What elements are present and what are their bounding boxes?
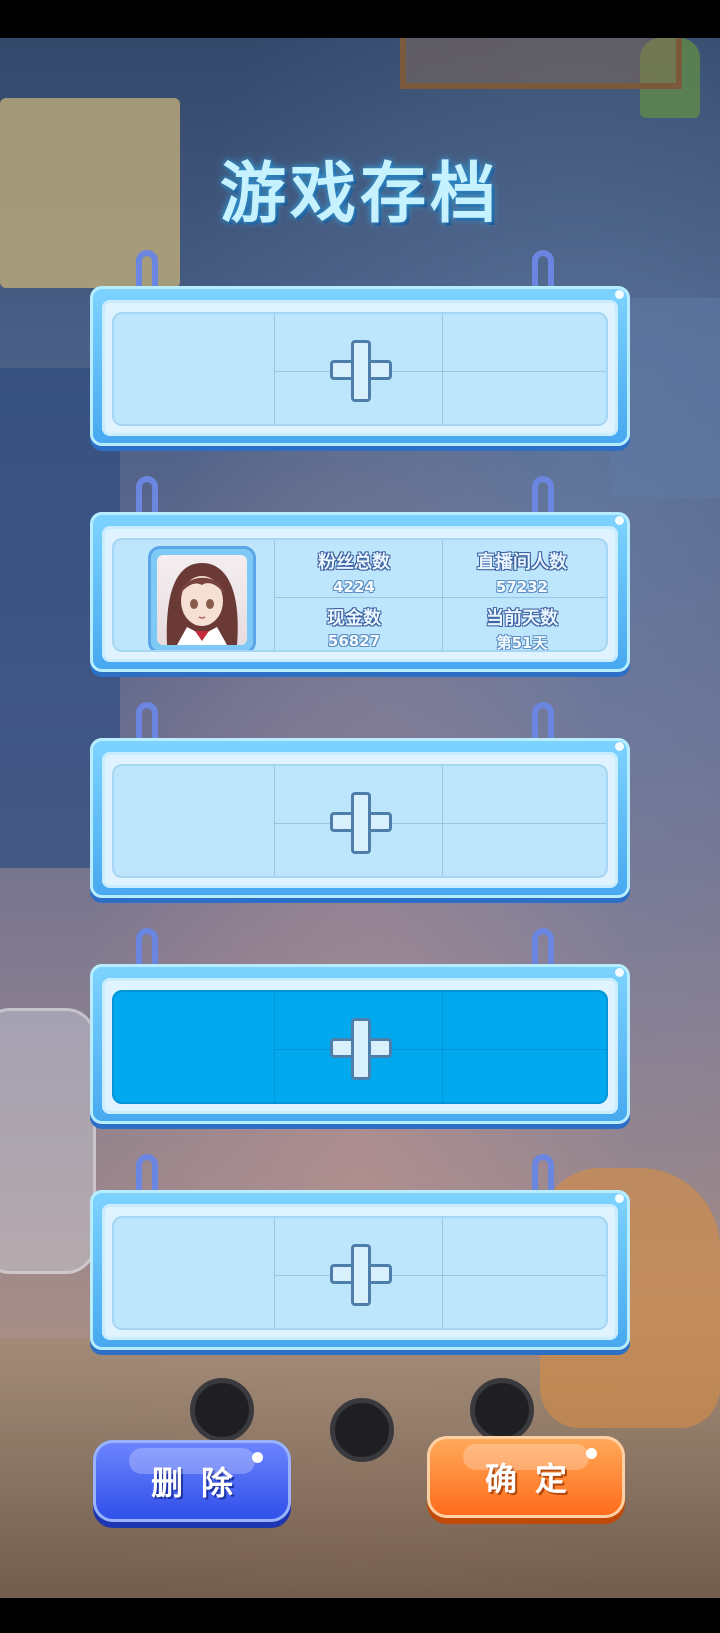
status-bar bbox=[0, 0, 720, 38]
save-slot-1[interactable] bbox=[90, 250, 630, 446]
save-slot-4[interactable] bbox=[90, 928, 630, 1124]
save-slot-2[interactable]: 粉丝总数 4224 直播间人数 57232 现金数 56827 当前天数 第51… bbox=[90, 476, 630, 672]
save-slot-card-selected bbox=[90, 964, 630, 1124]
day-label: 当前天数 bbox=[486, 608, 558, 629]
save-slot-5[interactable] bbox=[90, 1154, 630, 1350]
chair-wheel-decoration bbox=[330, 1398, 394, 1462]
save-slot-card: 粉丝总数 4224 直播间人数 57232 现金数 56827 当前天数 第51… bbox=[90, 512, 630, 672]
anime-girl-avatar-icon bbox=[157, 555, 247, 645]
candy-jar-decoration bbox=[0, 1008, 96, 1274]
viewers-label: 直播间人数 bbox=[477, 552, 567, 573]
save-slot-panel-selected bbox=[112, 990, 608, 1104]
fans-label: 粉丝总数 bbox=[318, 552, 390, 573]
save-slot-card bbox=[90, 1190, 630, 1350]
save-slot-panel: 粉丝总数 4224 直播间人数 57232 现金数 56827 当前天数 第51… bbox=[112, 538, 608, 652]
wall-frame-decoration bbox=[400, 38, 682, 89]
save-slot-panel bbox=[112, 312, 608, 426]
plus-icon bbox=[330, 340, 392, 402]
save-slot-3[interactable] bbox=[90, 702, 630, 898]
cash-label: 现金数 bbox=[327, 608, 381, 629]
delete-button[interactable]: 删除 bbox=[93, 1440, 291, 1522]
navigation-bar bbox=[0, 1598, 720, 1633]
chair-wheel-decoration bbox=[470, 1378, 534, 1442]
fans-value: 4224 bbox=[333, 578, 375, 596]
plus-icon bbox=[330, 1018, 392, 1080]
save-slot-panel bbox=[112, 764, 608, 878]
avatar bbox=[148, 546, 256, 650]
plus-icon bbox=[330, 1244, 392, 1306]
plus-icon bbox=[330, 792, 392, 854]
save-slot-card bbox=[90, 286, 630, 446]
save-slot-panel bbox=[112, 1216, 608, 1330]
cash-value: 56827 bbox=[327, 632, 381, 650]
viewers-value: 57232 bbox=[495, 578, 549, 596]
day-value: 第51天 bbox=[496, 634, 548, 652]
confirm-button[interactable]: 确定 bbox=[427, 1436, 625, 1518]
chair-wheel-decoration bbox=[190, 1378, 254, 1442]
save-slot-card bbox=[90, 738, 630, 898]
page-title: 游戏存档 bbox=[220, 155, 500, 232]
